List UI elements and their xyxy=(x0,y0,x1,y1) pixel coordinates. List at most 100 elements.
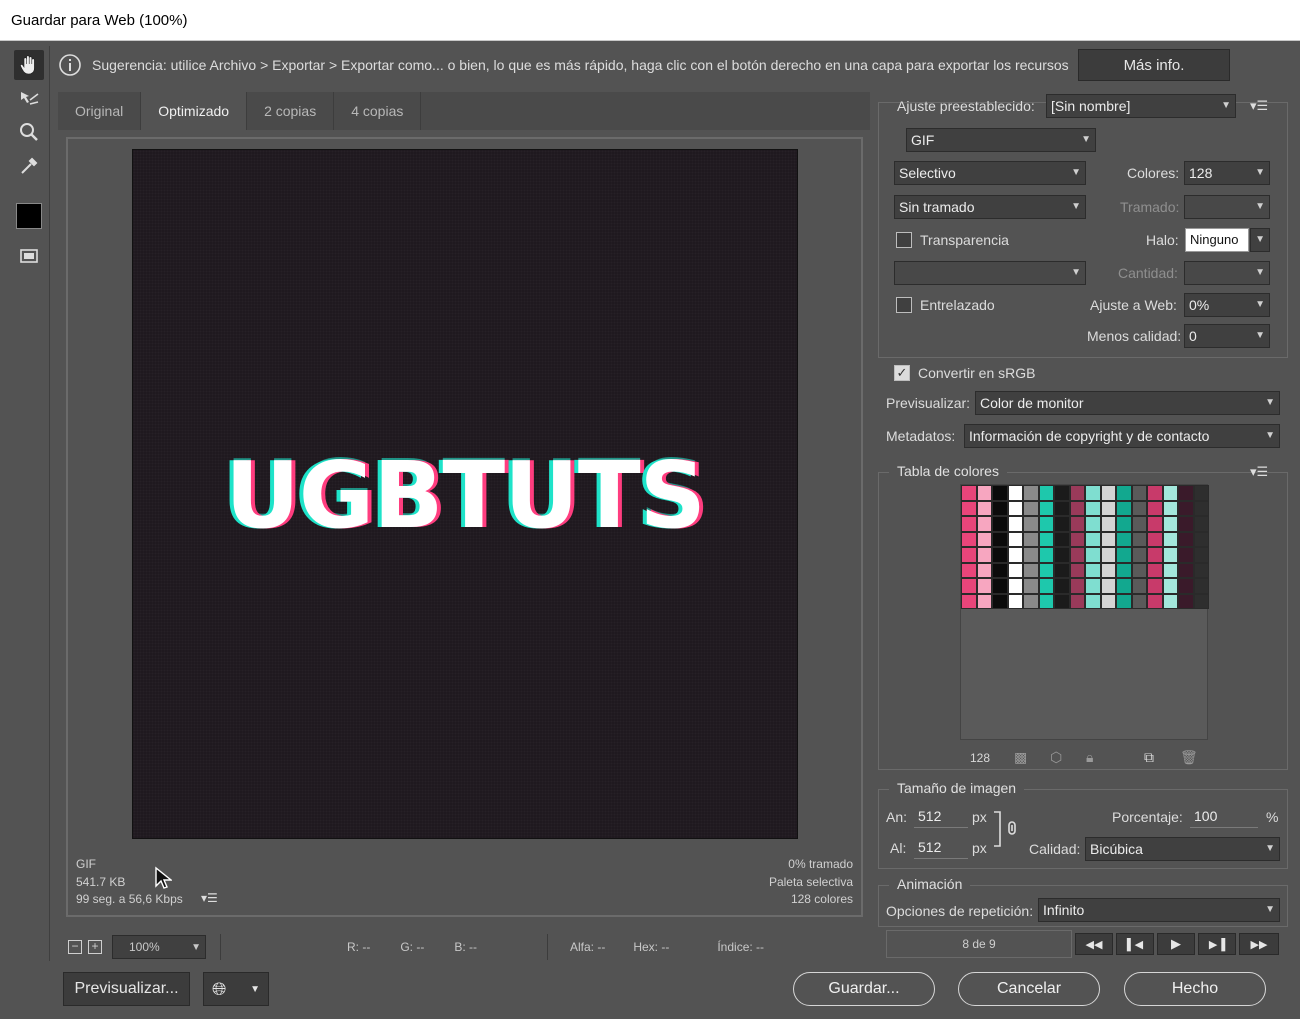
color-swatch[interactable] xyxy=(1193,500,1209,516)
color-swatch[interactable] xyxy=(992,485,1008,501)
color-swatch[interactable] xyxy=(961,485,977,501)
new-color-icon[interactable]: ⧉ xyxy=(1144,749,1154,766)
color-swatch[interactable] xyxy=(1085,500,1101,516)
color-swatch[interactable] xyxy=(992,562,1008,578)
color-swatch-grid[interactable] xyxy=(961,485,1209,609)
color-swatch[interactable] xyxy=(992,547,1008,563)
last-frame-button[interactable]: ▶▶ xyxy=(1239,933,1279,955)
color-swatch[interactable] xyxy=(1038,500,1054,516)
color-swatch[interactable] xyxy=(1162,562,1178,578)
color-swatch[interactable] xyxy=(1069,562,1085,578)
color-swatch[interactable] xyxy=(976,562,992,578)
color-swatch[interactable] xyxy=(1100,485,1116,501)
color-swatch[interactable] xyxy=(1069,547,1085,563)
color-swatch[interactable] xyxy=(1162,531,1178,547)
done-button[interactable]: Hecho xyxy=(1124,972,1266,1006)
color-swatch[interactable] xyxy=(1100,593,1116,609)
preset-select[interactable]: [Sin nombre] ▼ xyxy=(1046,94,1236,118)
color-swatch[interactable] xyxy=(1054,500,1070,516)
color-swatch[interactable] xyxy=(1193,485,1209,501)
color-swatch[interactable] xyxy=(1023,500,1039,516)
previous-frame-button[interactable]: ▌◀ xyxy=(1116,933,1154,955)
color-swatch[interactable] xyxy=(1038,593,1054,609)
color-swatch[interactable] xyxy=(961,578,977,594)
color-swatch[interactable] xyxy=(1193,562,1209,578)
color-swatch[interactable] xyxy=(961,562,977,578)
color-swatch[interactable] xyxy=(1193,593,1209,609)
hand-tool[interactable] xyxy=(14,50,44,80)
color-swatch[interactable] xyxy=(1193,578,1209,594)
color-swatch[interactable] xyxy=(1162,516,1178,532)
color-swatch[interactable] xyxy=(976,547,992,563)
first-frame-button[interactable]: ◀◀ xyxy=(1075,933,1113,955)
color-swatch[interactable] xyxy=(1100,547,1116,563)
transparency-checkbox[interactable] xyxy=(896,232,912,248)
color-swatch[interactable] xyxy=(1023,485,1039,501)
color-swatch[interactable] xyxy=(1007,500,1023,516)
color-swatch[interactable] xyxy=(1054,516,1070,532)
color-swatch[interactable] xyxy=(1162,485,1178,501)
color-swatch[interactable] xyxy=(1007,485,1023,501)
percent-input[interactable]: 100 xyxy=(1190,804,1258,828)
color-swatch[interactable] xyxy=(1178,593,1194,609)
next-frame-button[interactable]: ▶▐ xyxy=(1198,933,1236,955)
color-swatch[interactable] xyxy=(1178,500,1194,516)
image-preview-pane[interactable]: UGBTUTS GIF 541.7 KB 99 seg. a 56,6 Kbps… xyxy=(66,137,863,917)
color-swatch[interactable] xyxy=(1131,531,1147,547)
color-swatch[interactable] xyxy=(1100,500,1116,516)
color-swatch[interactable] xyxy=(961,547,977,563)
color-swatch[interactable] xyxy=(1100,516,1116,532)
color-swatch[interactable] xyxy=(1162,500,1178,516)
color-swatch[interactable] xyxy=(1023,562,1039,578)
color-swatch[interactable] xyxy=(1131,516,1147,532)
color-swatch[interactable] xyxy=(976,531,992,547)
cancel-button[interactable]: Cancelar xyxy=(958,972,1100,1006)
color-swatch[interactable] xyxy=(992,593,1008,609)
color-swatch[interactable] xyxy=(1147,485,1163,501)
color-swatch[interactable] xyxy=(976,485,992,501)
color-swatch[interactable] xyxy=(1100,578,1116,594)
color-swatch[interactable] xyxy=(1007,547,1023,563)
file-format-select[interactable]: GIF ▼ xyxy=(906,128,1096,152)
color-swatch[interactable] xyxy=(1069,593,1085,609)
color-swatch[interactable] xyxy=(1007,531,1023,547)
color-swatch[interactable] xyxy=(1069,578,1085,594)
color-swatch[interactable] xyxy=(1007,516,1023,532)
color-swatch[interactable] xyxy=(1007,593,1023,609)
color-swatch[interactable] xyxy=(1038,547,1054,563)
color-swatch[interactable] xyxy=(1054,531,1070,547)
save-button[interactable]: Guardar... xyxy=(793,972,935,1006)
color-swatch[interactable] xyxy=(1054,593,1070,609)
toggle-slices-tool[interactable] xyxy=(14,241,44,271)
color-swatch[interactable] xyxy=(1178,562,1194,578)
color-swatch[interactable] xyxy=(992,531,1008,547)
color-swatch[interactable] xyxy=(1023,531,1039,547)
color-swatch[interactable] xyxy=(1116,562,1132,578)
convert-srgb-checkbox[interactable]: ✓ xyxy=(894,365,910,381)
download-speed-menu-icon[interactable]: ▾☰ xyxy=(201,891,218,905)
zoom-in-button[interactable]: + xyxy=(88,940,102,954)
color-swatch[interactable] xyxy=(1162,578,1178,594)
color-swatch[interactable] xyxy=(1023,547,1039,563)
color-swatch[interactable] xyxy=(1023,593,1039,609)
color-swatch[interactable] xyxy=(1054,578,1070,594)
color-swatch[interactable] xyxy=(1193,547,1209,563)
color-swatch[interactable] xyxy=(976,593,992,609)
more-info-button[interactable]: Más info. xyxy=(1078,49,1230,81)
color-swatch[interactable] xyxy=(1085,593,1101,609)
color-swatch[interactable] xyxy=(1007,578,1023,594)
preview-color-select[interactable]: Color de monitor ▼ xyxy=(975,391,1280,415)
color-swatch[interactable] xyxy=(1116,531,1132,547)
color-swatch[interactable] xyxy=(1147,547,1163,563)
web-shift-cube-icon[interactable]: ⬡ xyxy=(1050,749,1062,766)
color-swatch[interactable] xyxy=(1178,531,1194,547)
interlaced-checkbox[interactable] xyxy=(896,297,912,313)
delete-color-trash-icon[interactable]: 🗑︎ xyxy=(1180,749,1198,766)
color-swatch[interactable] xyxy=(992,578,1008,594)
color-swatch[interactable] xyxy=(1085,578,1101,594)
color-swatch[interactable] xyxy=(1131,578,1147,594)
resample-quality-select[interactable]: Bicúbica ▼ xyxy=(1085,837,1280,861)
color-swatch[interactable] xyxy=(961,531,977,547)
color-swatch[interactable] xyxy=(1069,531,1085,547)
color-swatch[interactable] xyxy=(1131,562,1147,578)
